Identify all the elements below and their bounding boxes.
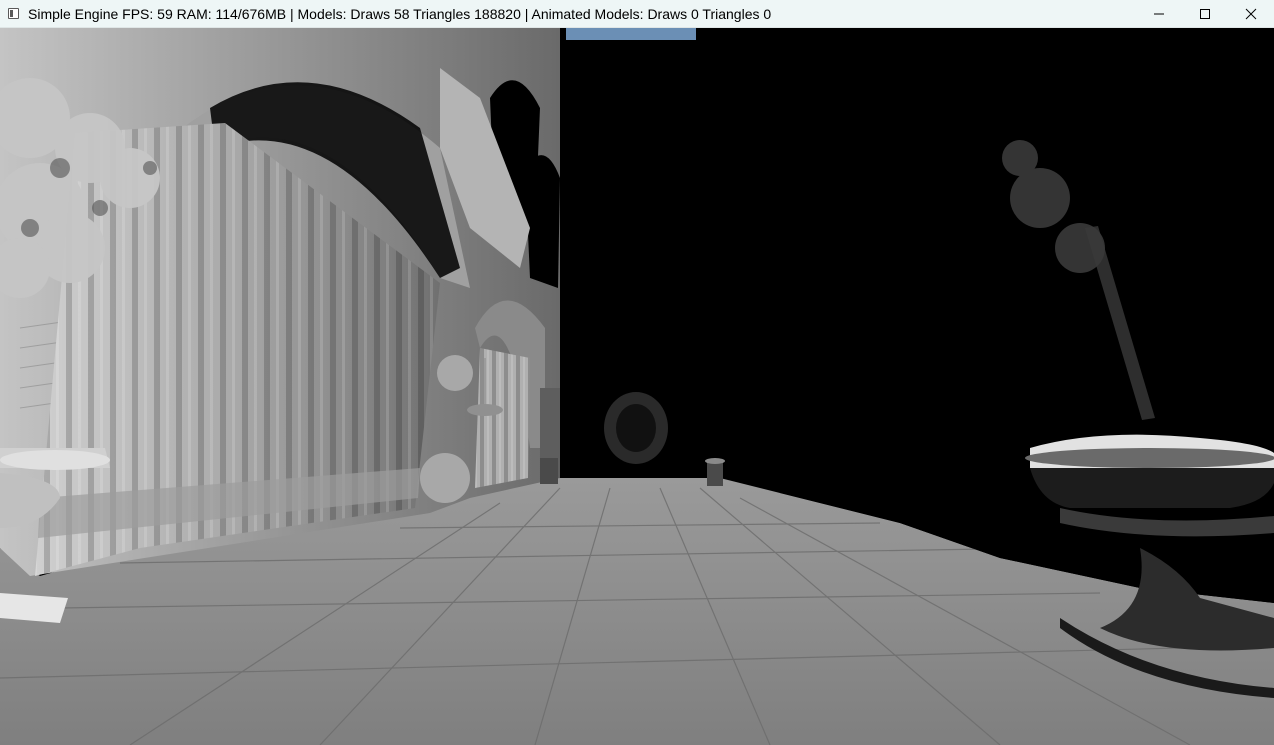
scene-render [0,28,1274,745]
hanging-planter [467,404,503,416]
minimize-button[interactable] [1136,0,1182,27]
maximize-icon [1200,8,1210,19]
window-title: Simple Engine FPS: 59 RAM: 114/676MB | M… [28,5,772,22]
close-icon [1245,8,1257,19]
application-window: Simple Engine FPS: 59 RAM: 114/676MB | M… [0,0,1274,745]
minimize-icon [1154,13,1164,14]
maximize-button[interactable] [1182,0,1228,27]
close-button[interactable] [1228,0,1274,27]
render-viewport[interactable] [0,28,1274,745]
upper-arch-2 [525,155,560,288]
sky-patch [566,28,696,40]
title-bar[interactable]: Simple Engine FPS: 59 RAM: 114/676MB | M… [0,0,1274,28]
window-controls [1136,0,1274,27]
app-window-icon [8,8,19,19]
distant-planter-left [540,458,558,484]
